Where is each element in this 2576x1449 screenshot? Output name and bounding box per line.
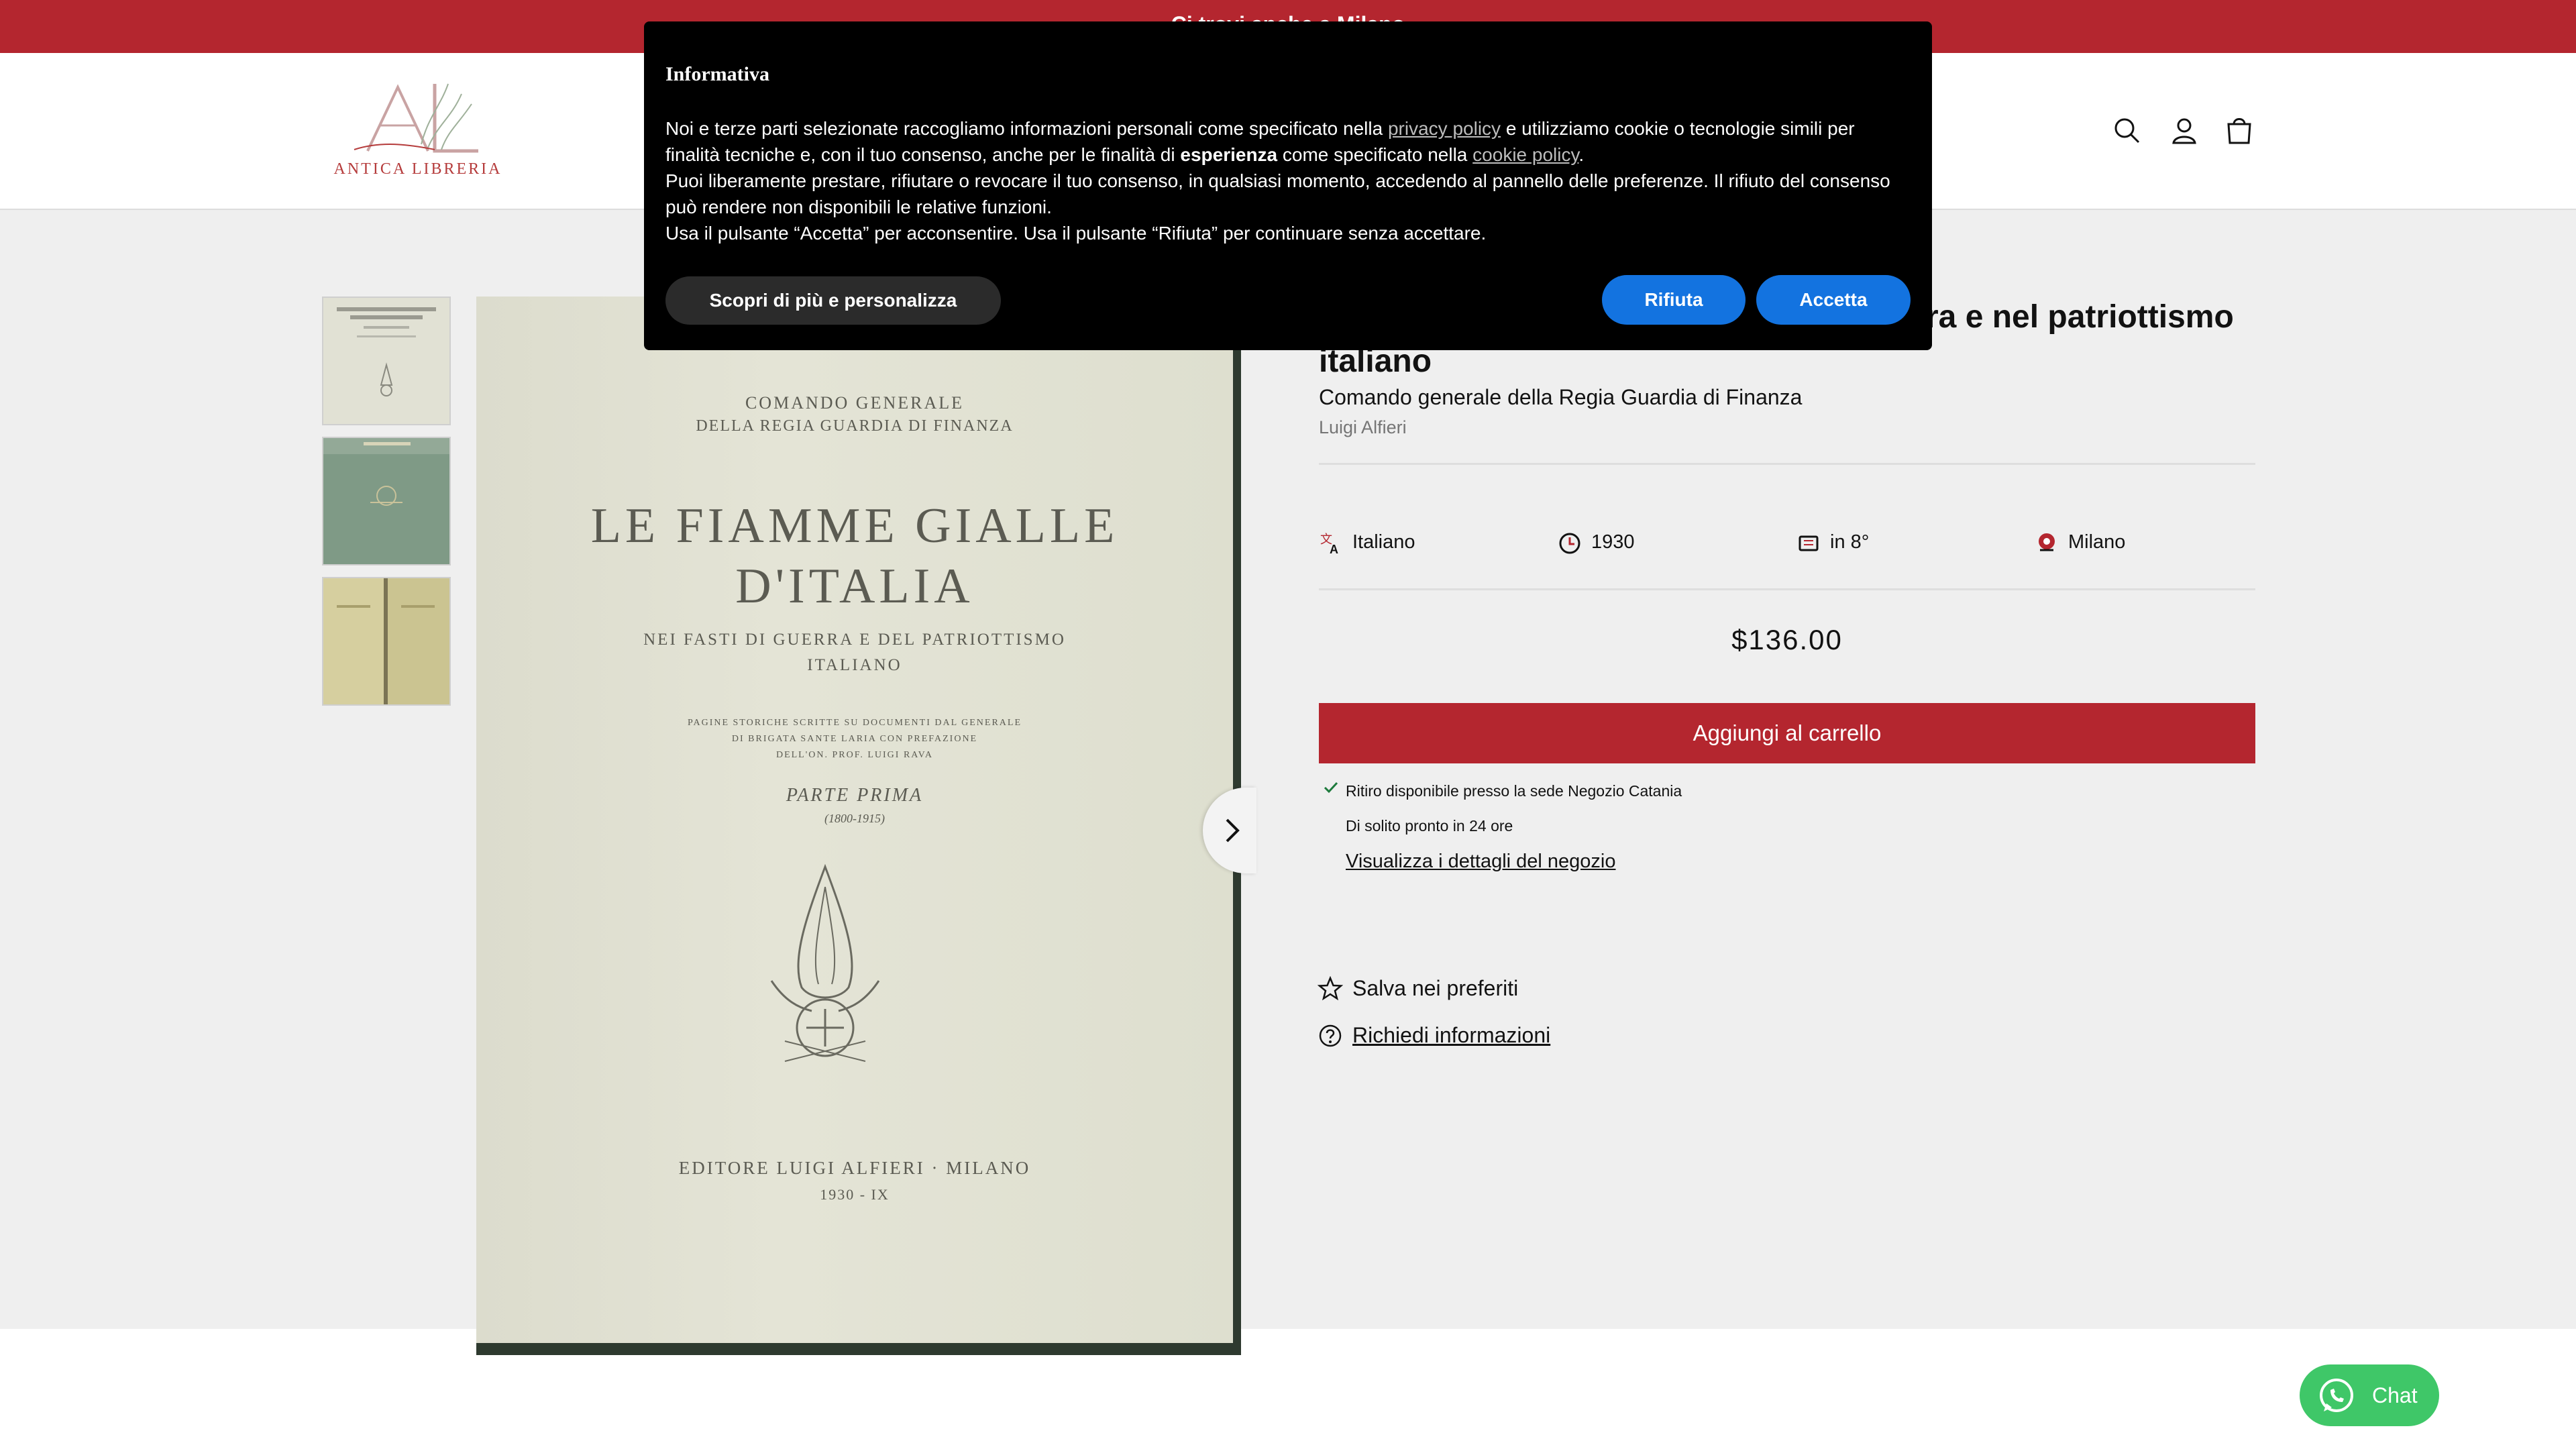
cover-top-line1: COMANDO GENERALE [745, 393, 965, 413]
account-icon[interactable] [2167, 113, 2202, 148]
cart-icon[interactable] [2222, 113, 2257, 148]
cover-sub-line2: ITALIANO [807, 656, 902, 674]
translate-icon: 文 A [1320, 533, 1338, 555]
book-title-page: COMANDO GENERALE DELLA REGIA GUARDIA DI … [476, 297, 1233, 1343]
chat-label: Chat [2372, 1383, 2418, 1407]
help-circle-icon[interactable] [1318, 1023, 1343, 1049]
thumbnail-cover[interactable] [322, 297, 451, 425]
save-favorites-button[interactable]: Salva nei preferiti [1352, 976, 1518, 1001]
pickup-ready-time: Di solito pronto in 24 ore [1346, 817, 1513, 835]
divider [1319, 463, 2255, 465]
star-icon[interactable] [1318, 976, 1343, 1002]
cover-part-years: (1800-1915) [824, 812, 885, 825]
attribute-label: Italiano [1352, 531, 1415, 553]
cover-sub-line1: NEI FASTI DI GUERRA E DEL PATRIOTTISMO [643, 631, 1066, 649]
cover-small-line3: DELL'ON. PROF. LUIGI RAVA [775, 750, 934, 760]
attribute-label: 1930 [1591, 531, 1635, 553]
thumbnail-spines-image [323, 578, 449, 704]
logo[interactable]: ANTICA LIBRERIA [327, 77, 508, 184]
cover-title-line2: D'ITALIA [735, 559, 974, 614]
learn-more-customize-button[interactable]: Scopri di più e personalizza [665, 276, 1001, 325]
product-main-image[interactable]: COMANDO GENERALE DELLA REGIA GUARDIA DI … [476, 297, 1241, 1355]
search-icon[interactable] [2110, 113, 2145, 148]
thumbnail-spines[interactable] [322, 577, 451, 706]
cover-publisher: EDITORE LUIGI ALFIERI · MILANO [678, 1158, 1031, 1178]
cookie-consent-modal: Informativa Noi e terze parti selezionat… [644, 21, 1932, 350]
svg-text:A: A [1330, 543, 1338, 555]
thumbnail-binding-image [323, 438, 449, 506]
cookie-modal-body: Noi e terze parti selezionate raccogliam… [665, 115, 1907, 246]
thumbnail-cover-image [337, 307, 436, 396]
cookie-paragraph-1: Noi e terze parti selezionate raccogliam… [665, 118, 1855, 165]
logo-monogram-icon [354, 83, 478, 153]
checkmark-icon [1324, 782, 1338, 794]
add-to-cart-button[interactable]: Aggiungi al carrello [1319, 703, 2255, 763]
product-price: $136.00 [1731, 624, 1843, 655]
store-details-link[interactable]: Visualizza i dettagli del negozio [1346, 851, 1616, 873]
attribute-label: Milano [2068, 531, 2126, 553]
cookie-policy-link[interactable]: cookie policy [1472, 144, 1578, 165]
cover-title-line1: LE FIAMME GIALLE [590, 498, 1119, 553]
cover-small-line2: DI BRIGATA SANTE LARIA CON PREFAZIONE [731, 734, 978, 744]
logo-text: ANTICA LIBRERIA [333, 160, 502, 178]
privacy-policy-link[interactable]: privacy policy [1388, 118, 1501, 139]
clock-icon [1559, 533, 1580, 554]
cover-small-line1: PAGINE STORICHE SCRITTE SU DOCUMENTI DAL… [687, 718, 1022, 728]
cookie-modal-title: Informativa [665, 63, 769, 85]
whatsapp-icon [2320, 1379, 2353, 1412]
cover-top-line2: DELLA REGIA GUARDIA DI FINANZA [696, 417, 1014, 435]
location-pin-icon [2039, 533, 2055, 551]
chevron-right-icon [1226, 818, 1240, 843]
chat-button[interactable]: Chat [2300, 1364, 2439, 1426]
product-subtitle: Comando generale della Regia Guardia di … [1319, 385, 1803, 409]
reject-button[interactable]: Rifiuta [1602, 275, 1746, 325]
accept-button[interactable]: Accetta [1756, 275, 1911, 325]
cookie-paragraph-3: Usa il pulsante “Accetta” per acconsenti… [665, 223, 1487, 244]
divider [1319, 588, 2255, 590]
cover-year: 1930 - IX [820, 1186, 890, 1203]
cookie-paragraph-2: Puoi liberamente prestare, rifiutare o r… [665, 170, 1890, 217]
request-info-link[interactable]: Richiedi informazioni [1352, 1023, 1550, 1048]
product-author: Luigi Alfieri [1319, 417, 1407, 437]
cover-part: PARTE PRIMA [786, 785, 924, 806]
pickup-availability: Ritiro disponibile presso la sede Negozi… [1346, 782, 1682, 800]
attribute-label: in 8° [1830, 531, 1870, 553]
thumbnail-binding[interactable] [322, 437, 451, 566]
flame-emblem-icon [770, 863, 880, 1062]
book-icon [1799, 535, 1819, 551]
